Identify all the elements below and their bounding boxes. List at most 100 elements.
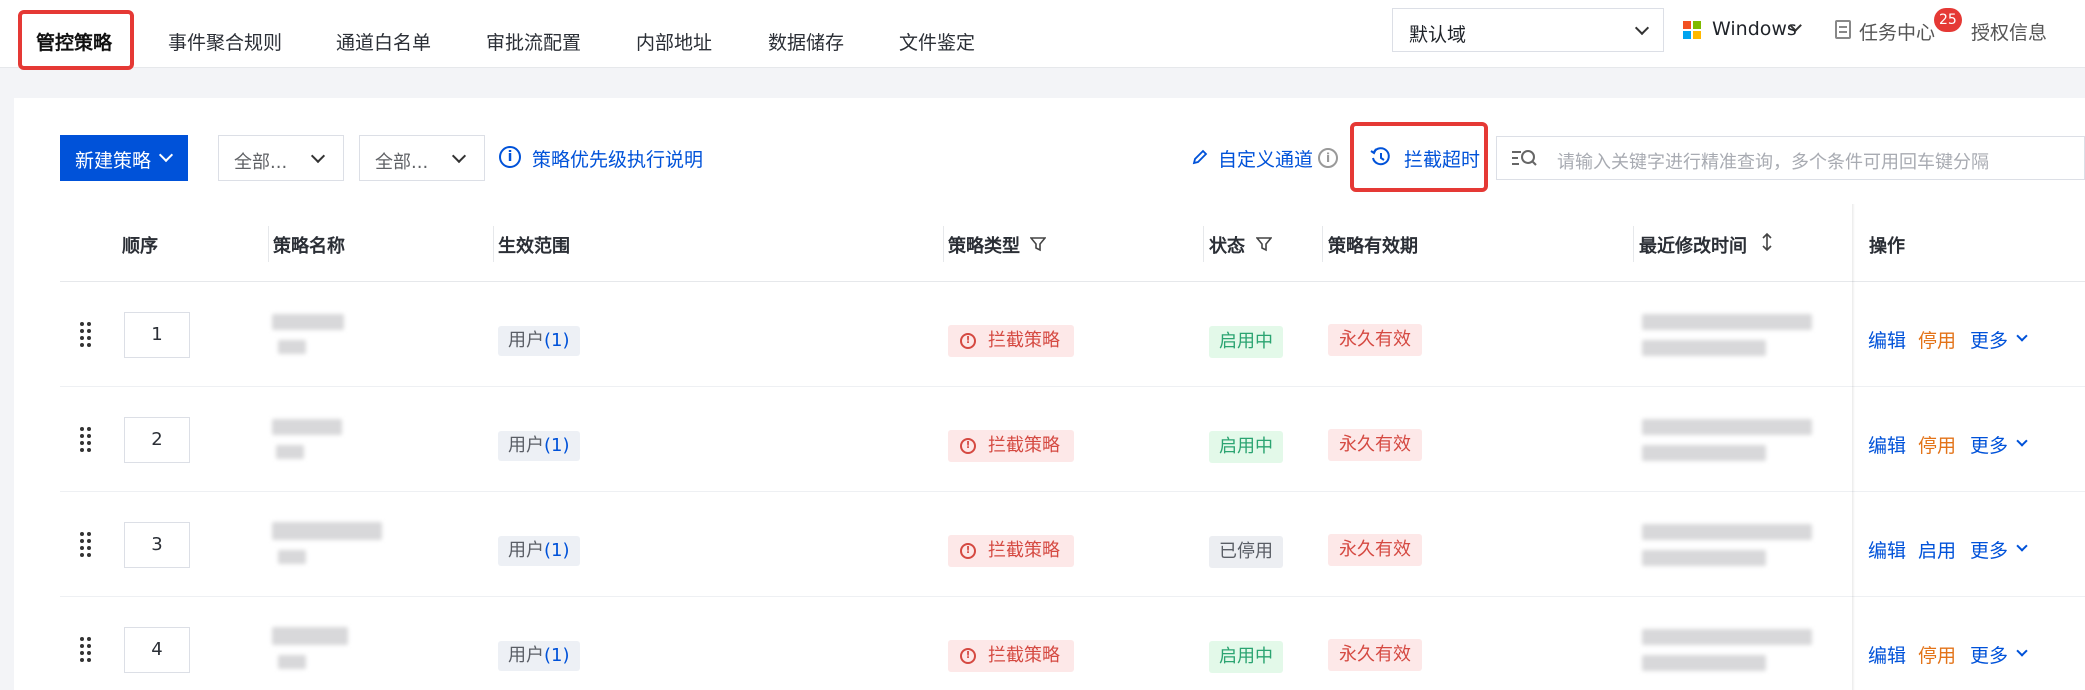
auth-info-link[interactable]: 授权信息 xyxy=(1971,18,2047,45)
chevron-down-icon xyxy=(158,147,174,163)
chevron-down-icon xyxy=(310,148,326,164)
scope-tag[interactable]: 用户(1) xyxy=(498,536,580,566)
pencil-icon xyxy=(1192,149,1208,165)
scope-label: 用户 xyxy=(508,330,544,351)
redacted-modified-time xyxy=(1642,419,1812,435)
chevron-down-icon xyxy=(451,148,467,164)
tab-event-aggregation[interactable]: 事件聚合规则 xyxy=(168,28,282,55)
search-input[interactable]: 请输入关键字进行精准查询，多个条件可用回车键分隔 xyxy=(1496,136,2085,180)
domain-select-value: 默认域 xyxy=(1409,24,1467,46)
redacted-modified-time xyxy=(1642,524,1812,540)
column-header-validity: 策略有效期 xyxy=(1328,236,1418,257)
domain-select[interactable]: 默认域 xyxy=(1392,8,1664,52)
scope-count: (1) xyxy=(544,435,570,456)
os-selector[interactable]: Windows xyxy=(1712,18,1797,40)
edit-button[interactable]: 编辑 xyxy=(1868,536,1906,563)
order-input[interactable]: 1 xyxy=(124,312,190,358)
redacted-modified-time xyxy=(1642,445,1766,461)
more-button[interactable]: 更多 xyxy=(1970,326,2008,353)
priority-explanation-link[interactable]: 策略优先级执行说明 xyxy=(532,145,703,172)
tab-file-identification[interactable]: 文件鉴定 xyxy=(899,28,975,55)
filter-icon[interactable] xyxy=(1256,236,1272,252)
scope-tag[interactable]: 用户(1) xyxy=(498,641,580,671)
column-header-status: 状态 xyxy=(1209,236,1245,257)
more-button[interactable]: 更多 xyxy=(1970,536,2008,563)
alert-circle-icon: ! xyxy=(960,333,976,349)
enable-button[interactable]: 启用 xyxy=(1918,536,1956,563)
order-input[interactable]: 2 xyxy=(124,417,190,463)
sort-icon[interactable] xyxy=(1761,232,1773,252)
edit-button[interactable]: 编辑 xyxy=(1868,641,1906,668)
scope-count: (1) xyxy=(544,540,570,561)
policy-type-tag: ! 拦截策略 xyxy=(948,535,1074,567)
column-header-ops: 操作 xyxy=(1869,236,1905,257)
tab-data-storage[interactable]: 数据储存 xyxy=(768,28,844,55)
tab-approval-flow[interactable]: 审批流配置 xyxy=(486,28,581,55)
scope-tag[interactable]: 用户(1) xyxy=(498,431,580,461)
policy-type-label: 拦截策略 xyxy=(988,540,1060,561)
drag-handle-icon[interactable] xyxy=(80,637,92,662)
filter-icon[interactable] xyxy=(1030,236,1046,252)
edit-button[interactable]: 编辑 xyxy=(1868,431,1906,458)
chevron-down-icon xyxy=(2016,645,2028,657)
table-row: 4 用户(1) ! 拦截策略 启用中 永久有效 编辑 停用 更多 xyxy=(60,597,2085,690)
status-badge: 启用中 xyxy=(1209,641,1283,673)
redacted-policy-name xyxy=(278,550,306,564)
policy-type-label: 拦截策略 xyxy=(988,435,1060,456)
active-tab-highlight xyxy=(18,10,134,70)
fixed-column-shadow xyxy=(1852,204,1855,690)
disable-button[interactable]: 停用 xyxy=(1918,431,1956,458)
drag-handle-icon[interactable] xyxy=(80,532,92,557)
status-badge: 启用中 xyxy=(1209,326,1283,358)
status-badge: 已停用 xyxy=(1209,536,1283,568)
disable-button[interactable]: 停用 xyxy=(1918,641,1956,668)
status-badge: 启用中 xyxy=(1209,431,1283,463)
column-header-modified: 最近修改时间 xyxy=(1639,236,1747,257)
policy-type-tag: ! 拦截策略 xyxy=(948,325,1074,357)
alert-circle-icon: ! xyxy=(960,438,976,454)
task-center-link[interactable]: 任务中心 xyxy=(1859,18,1935,45)
order-input[interactable]: 3 xyxy=(124,522,190,568)
table-row: 3 用户(1) ! 拦截策略 已停用 永久有效 编辑 启用 更多 xyxy=(60,492,2085,597)
alert-circle-icon: ! xyxy=(960,543,976,559)
redacted-modified-time xyxy=(1642,655,1766,671)
redacted-policy-name xyxy=(276,445,304,459)
search-placeholder: 请输入关键字进行精准查询，多个条件可用回车键分隔 xyxy=(1557,152,1989,173)
table-row: 2 用户(1) ! 拦截策略 启用中 永久有效 编辑 停用 更多 xyxy=(60,387,2085,492)
filter-select-1[interactable]: 全部... xyxy=(218,135,344,181)
chevron-down-icon xyxy=(2016,435,2028,447)
redacted-modified-time xyxy=(1642,629,1812,645)
validity-tag: 永久有效 xyxy=(1328,534,1422,566)
scope-tag[interactable]: 用户(1) xyxy=(498,326,580,356)
tab-internal-address[interactable]: 内部地址 xyxy=(636,28,712,55)
more-button[interactable]: 更多 xyxy=(1970,641,2008,668)
alert-circle-icon: ! xyxy=(960,648,976,664)
filter-select-2-value: 全部... xyxy=(375,152,429,173)
task-list-icon xyxy=(1835,20,1851,39)
drag-handle-icon[interactable] xyxy=(80,322,92,347)
windows-logo-icon xyxy=(1683,21,1701,39)
redacted-policy-name xyxy=(272,314,344,330)
policy-type-tag: ! 拦截策略 xyxy=(948,430,1074,462)
tab-channel-whitelist[interactable]: 通道白名单 xyxy=(336,28,431,55)
column-separator xyxy=(1322,226,1323,262)
table-row: 1 用户(1) ! 拦截策略 启用中 永久有效 编辑 停用 更多 xyxy=(60,282,2085,387)
scope-count: (1) xyxy=(544,645,570,666)
column-separator xyxy=(943,226,944,262)
edit-button[interactable]: 编辑 xyxy=(1868,326,1906,353)
policy-type-label: 拦截策略 xyxy=(988,330,1060,351)
order-input[interactable]: 4 xyxy=(124,627,190,673)
block-timeout-highlight xyxy=(1350,122,1488,192)
drag-handle-icon[interactable] xyxy=(80,427,92,452)
info-circle-icon[interactable]: i xyxy=(1318,148,1338,168)
redacted-modified-time xyxy=(1642,314,1812,330)
validity-tag: 永久有效 xyxy=(1328,324,1422,356)
scope-count: (1) xyxy=(544,330,570,351)
policy-type-label: 拦截策略 xyxy=(988,645,1060,666)
disable-button[interactable]: 停用 xyxy=(1918,326,1956,353)
custom-channel-link[interactable]: 自定义通道 xyxy=(1218,145,1313,172)
filter-select-2[interactable]: 全部... xyxy=(359,135,485,181)
more-button[interactable]: 更多 xyxy=(1970,431,2008,458)
scope-label: 用户 xyxy=(508,645,544,666)
new-policy-button[interactable]: 新建策略 xyxy=(60,135,188,181)
